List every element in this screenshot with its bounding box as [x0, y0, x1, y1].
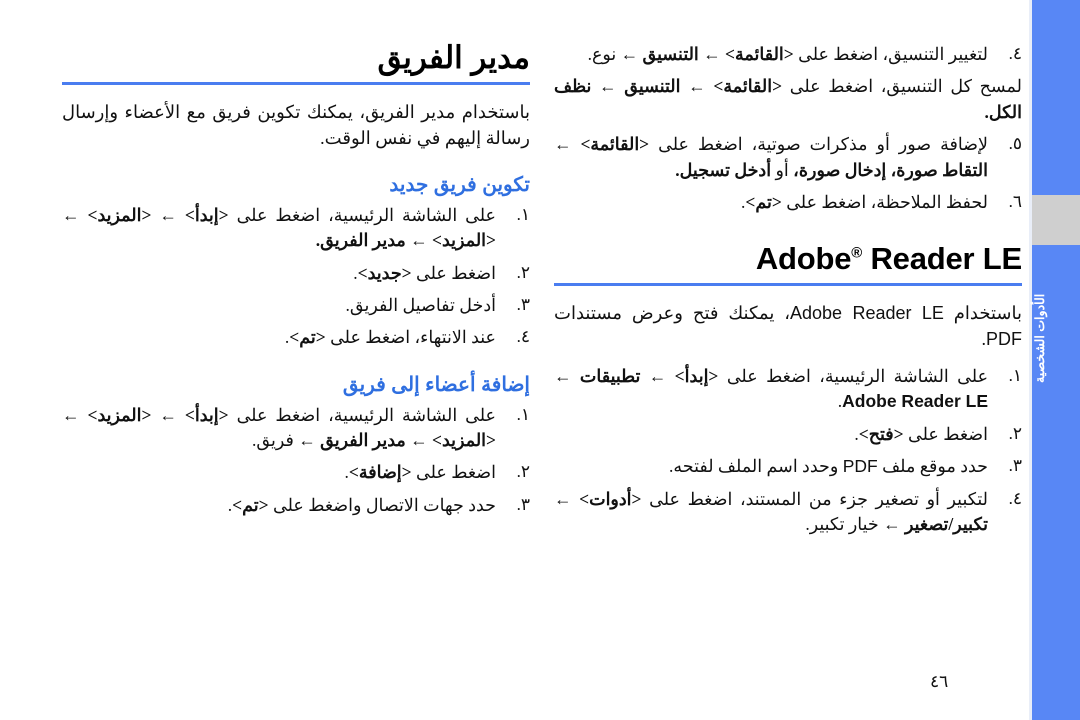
step-marker: ٢. — [1008, 423, 1022, 443]
step-text: حدد جهات الاتصال واضغط على <تم>. — [227, 494, 496, 515]
step-marker: ٢. — [516, 262, 530, 282]
subsection-title-create-team: تكوين فريق جديد — [389, 173, 530, 196]
step-text: لتكبير أو تصغير جزء من المستند، اضغط على… — [554, 488, 989, 534]
subsection-title-add-members: إضافة أعضاء إلى فريق — [342, 373, 530, 396]
page-number: ٤٦ — [930, 672, 949, 691]
list-item: ٢. اضغط على <إضافة>. — [62, 460, 530, 485]
step-marker: ١. — [516, 404, 530, 424]
list-item-continuation: لمسح كل التنسيق، اضغط على <القائمة> ← ال… — [554, 74, 1022, 125]
column-right: ٤. لتغيير التنسيق، اضغط على <القائمة> ← … — [554, 28, 1022, 544]
column-left: مدير الفريق باستخدام مدير الفريق، يمكنك … — [62, 28, 530, 544]
step-text: اضغط على <إضافة>. — [344, 462, 496, 483]
list-item: ٤. عند الانتهاء، اضغط على <تم>. — [62, 325, 530, 350]
section-title-team-manager: مدير الفريق — [377, 40, 530, 75]
list-item: ٣. حدد جهات الاتصال واضغط على <تم>. — [62, 493, 530, 518]
create-team-steps-list: ١. على الشاشة الرئيسية، اضغط على <إبدأ> … — [62, 203, 530, 351]
step-marker: ١. — [516, 204, 530, 224]
list-item: ٢. اضغط على <فتح>. — [554, 422, 1022, 447]
list-item: ٢. اضغط على <جديد>. — [62, 261, 530, 286]
step-marker: ٣. — [516, 294, 530, 314]
step-text: حدد موقع ملف PDF وحدد اسم الملف لفتحه. — [669, 456, 988, 477]
section-title-rule — [554, 282, 1022, 286]
page-number-container: ٤٦ — [0, 672, 1006, 692]
step-marker: ١. — [1008, 366, 1022, 386]
step-marker: ٥. — [1008, 134, 1022, 154]
list-item: ٤. لتكبير أو تصغير جزء من المستند، اضغط … — [554, 487, 1022, 538]
page-content: ٤. لتغيير التنسيق، اضغط على <القائمة> ← … — [0, 0, 1080, 720]
step-text: لمسح كل التنسيق، اضغط على <القائمة> ← ال… — [554, 76, 1022, 122]
section-intro-team-manager: باستخدام مدير الفريق، يمكنك تكوين فريق م… — [62, 101, 530, 148]
list-item: ٣. حدد موقع ملف PDF وحدد اسم الملف لفتحه… — [554, 454, 1022, 479]
step-text: على الشاشة الرئيسية، اضغط على <إبدأ> ← ت… — [554, 366, 989, 412]
step-text: لتغيير التنسيق، اضغط على <القائمة> ← الت… — [587, 44, 988, 64]
step-marker: ٣. — [1008, 456, 1022, 476]
column-container: ٤. لتغيير التنسيق، اضغط على <القائمة> ← … — [52, 28, 1022, 544]
step-marker: ٢. — [516, 462, 530, 482]
step-text: اضغط على <فتح>. — [854, 423, 988, 444]
list-item: ٦. لحفظ الملاحظة، اضغط على <تم>. — [554, 190, 1022, 215]
list-item: ٣. أدخل تفاصيل الفريق. — [62, 293, 530, 318]
step-text: عند الانتهاء، اضغط على <تم>. — [284, 327, 496, 348]
step-text: اضغط على <جديد>. — [353, 262, 496, 283]
step-marker: ٣. — [516, 494, 530, 514]
section-title-adobe-reader: Adobe® Reader LE — [755, 241, 1022, 277]
list-item: ١. على الشاشة الرئيسية، اضغط على <إبدأ> … — [554, 364, 1022, 415]
list-item: ٥. لإضافة صور أو مذكرات صوتية، اضغط على … — [554, 132, 1022, 183]
step-text: على الشاشة الرئيسية، اضغط على <إبدأ> ← <… — [62, 204, 496, 251]
step-text: لحفظ الملاحظة، اضغط على <تم>. — [741, 191, 988, 212]
step-marker: ٤. — [516, 327, 530, 347]
step-marker: ٦. — [1008, 191, 1022, 211]
continued-steps-list: ٤. لتغيير التنسيق، اضغط على <القائمة> ← … — [554, 42, 1022, 215]
list-item: ١. على الشاشة الرئيسية، اضغط على <إبدأ> … — [62, 203, 530, 254]
list-item: ١. على الشاشة الرئيسية، اضغط على <إبدأ> … — [62, 403, 530, 454]
list-item: ٤. لتغيير التنسيق، اضغط على <القائمة> ← … — [554, 42, 1022, 67]
section-title-rule — [62, 81, 530, 85]
step-text: لإضافة صور أو مذكرات صوتية، اضغط على <ال… — [554, 134, 988, 180]
adobe-reader-steps-list: ١. على الشاشة الرئيسية، اضغط على <إبدأ> … — [554, 364, 1022, 537]
step-text: على الشاشة الرئيسية، اضغط على <إبدأ> ← <… — [62, 404, 496, 451]
step-marker: ٤. — [1008, 44, 1022, 63]
add-members-steps-list: ١. على الشاشة الرئيسية، اضغط على <إبدأ> … — [62, 403, 530, 519]
manual-page: الأدوات الشخصية ٤. لتغيير التنسيق، اضغط … — [0, 0, 1080, 720]
step-marker: ٤. — [1008, 488, 1022, 508]
step-text: أدخل تفاصيل الفريق. — [345, 294, 496, 315]
section-intro-adobe-reader: باستخدام Adobe Reader LE، يمكنك فتح وعرض… — [554, 302, 1022, 349]
